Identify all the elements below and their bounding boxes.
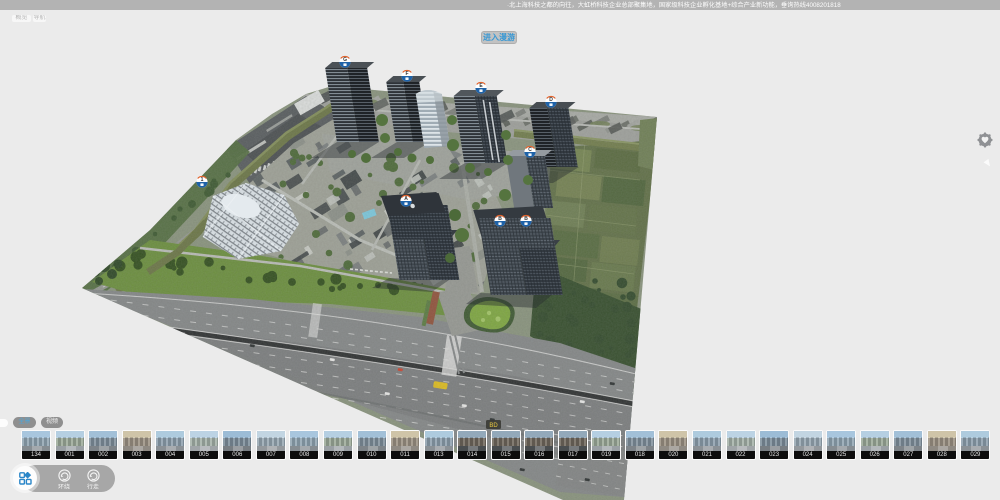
svg-text:A: A (404, 196, 408, 202)
svg-text:D: D (549, 97, 553, 103)
svg-text:B: B (498, 216, 502, 222)
svg-text:1: 1 (201, 177, 204, 183)
svg-text:C: C (528, 147, 532, 153)
svg-text:F: F (405, 71, 408, 77)
svg-text:BD: BD (489, 423, 498, 429)
svg-text:G: G (343, 57, 347, 63)
svg-text:B: B (524, 216, 528, 222)
